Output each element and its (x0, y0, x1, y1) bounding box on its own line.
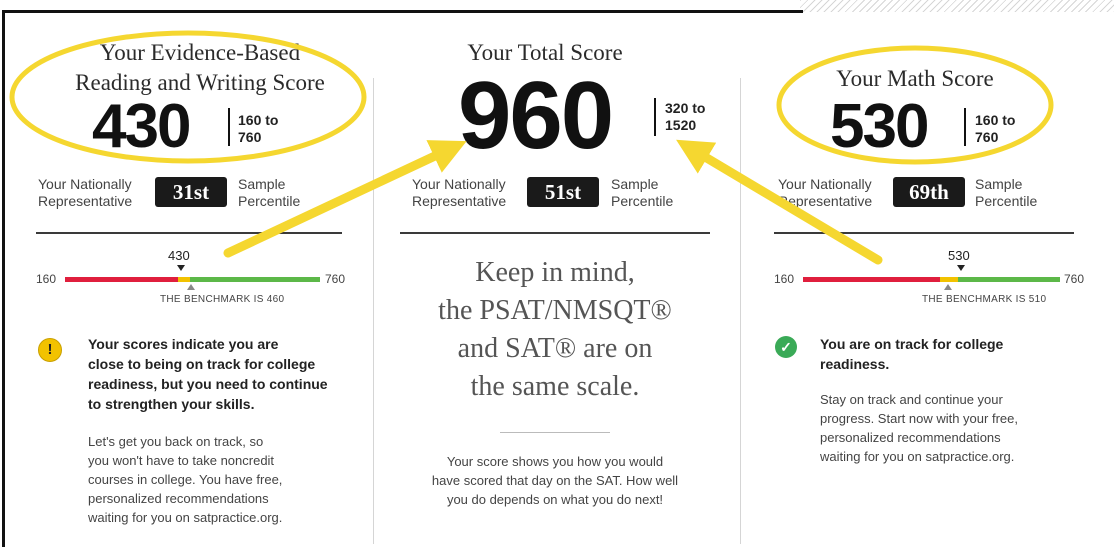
arrow-ebrw-to-total (223, 140, 467, 258)
math-highlight-ellipse (776, 45, 1054, 165)
arrow-math-to-total (676, 139, 883, 265)
annotation-overlay (9, 30, 1054, 265)
ebrw-highlight-ellipse (9, 30, 367, 164)
